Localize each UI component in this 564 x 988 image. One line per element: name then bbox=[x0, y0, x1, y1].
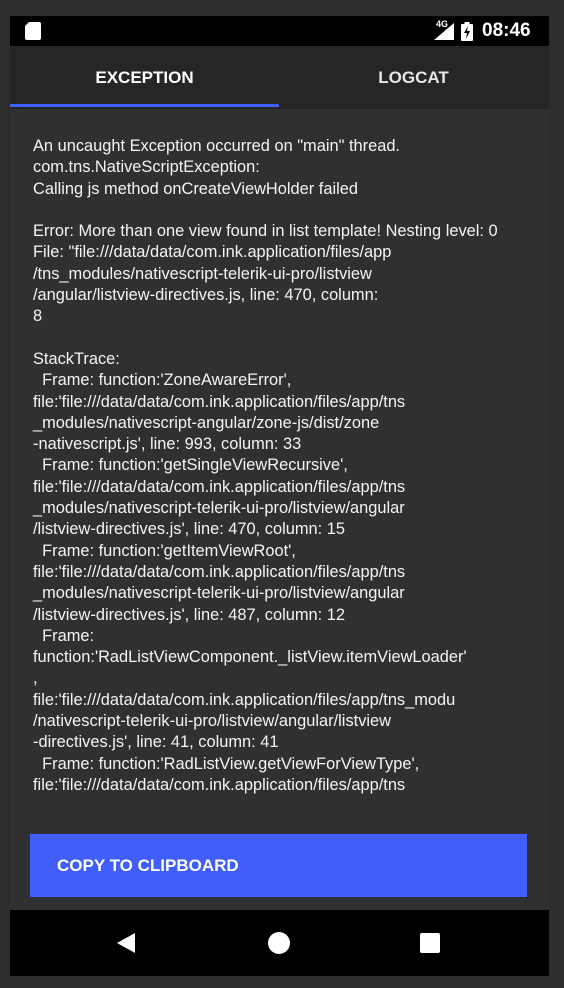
recents-button[interactable] bbox=[390, 910, 470, 976]
copy-button-label: COPY TO CLIPBOARD bbox=[57, 855, 239, 875]
tab-logcat[interactable]: LOGCAT bbox=[279, 46, 548, 109]
battery-charging-icon bbox=[461, 22, 473, 41]
tab-exception[interactable]: EXCEPTION bbox=[10, 46, 279, 109]
device-frame: 4G 08:46 EXCEPTION LOGCAT An uncaught Ex… bbox=[0, 0, 564, 988]
sd-card-icon bbox=[25, 22, 41, 40]
navigation-bar bbox=[10, 910, 549, 976]
exception-text: An uncaught Exception occurred on "main"… bbox=[33, 137, 498, 794]
recents-icon bbox=[420, 933, 440, 953]
signal-icon bbox=[434, 23, 454, 40]
tab-indicator bbox=[10, 104, 279, 107]
exception-scroll-view[interactable]: An uncaught Exception occurred on "main"… bbox=[10, 109, 549, 823]
status-bar: 4G 08:46 bbox=[10, 16, 549, 46]
home-button[interactable] bbox=[239, 910, 319, 976]
copy-to-clipboard-button[interactable]: COPY TO CLIPBOARD bbox=[30, 834, 527, 897]
back-button[interactable] bbox=[86, 910, 166, 976]
back-icon bbox=[117, 933, 135, 953]
home-icon bbox=[268, 932, 290, 954]
clock: 08:46 bbox=[482, 20, 531, 41]
tab-bar: EXCEPTION LOGCAT bbox=[10, 46, 549, 109]
screen: 4G 08:46 EXCEPTION LOGCAT An uncaught Ex… bbox=[10, 16, 549, 976]
